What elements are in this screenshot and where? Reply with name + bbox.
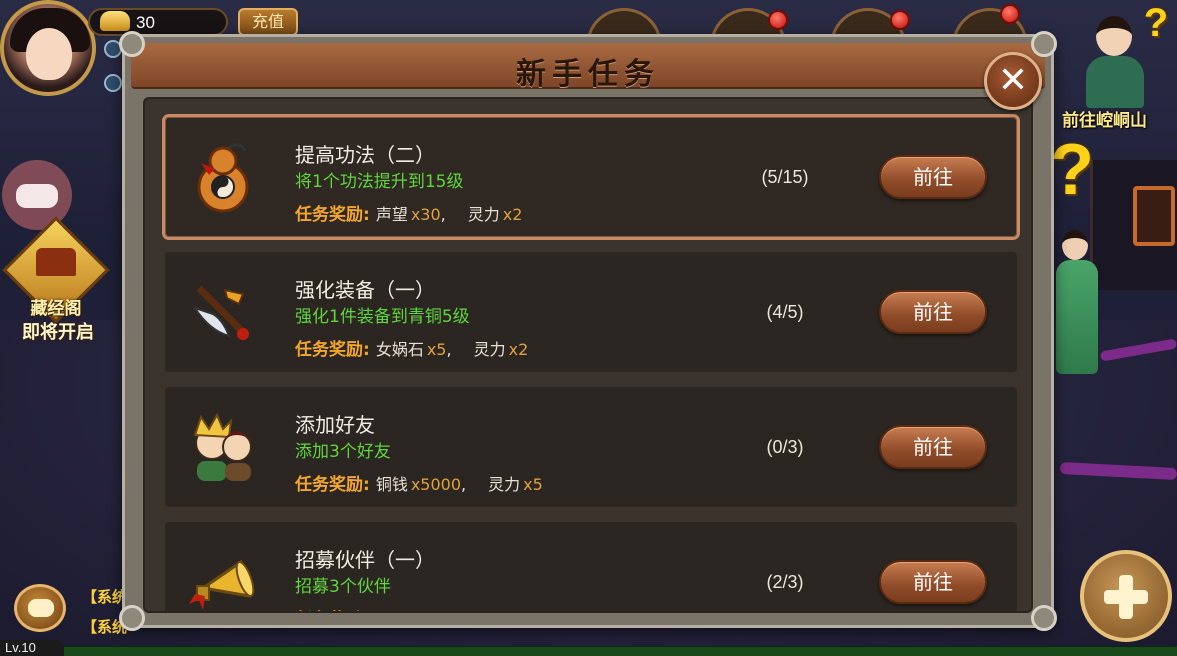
system-message: 【系统 [82, 588, 128, 606]
chat-button[interactable] [14, 584, 66, 632]
quest-mark-icon[interactable]: ? [1050, 130, 1094, 210]
goto-button[interactable]: 前往 [879, 155, 987, 199]
task-reward: 任务奖励: 女娲石 x5, 灵力 x2 [295, 335, 534, 360]
reward-separator: , [461, 475, 467, 494]
reward-label: 任务奖励: [295, 340, 370, 360]
corner-ornament [119, 31, 145, 57]
task-description: 招募3个伙伴 [295, 577, 391, 597]
task-reward: 任务奖励: 体力x20, 灵力x2 [295, 605, 528, 611]
reward-label: 任务奖励: [295, 205, 370, 225]
reward-separator: , [446, 340, 452, 359]
reward-label: 任务奖励: [295, 475, 370, 495]
close-button[interactable]: ✕ [984, 52, 1042, 110]
corner-ornament [119, 605, 145, 631]
corner-ornament [1031, 31, 1057, 57]
task-progress: (5/15) [761, 167, 809, 187]
reward-item: 灵力 [488, 475, 521, 494]
npc-portrait[interactable] [1076, 8, 1146, 108]
reward-quantity: x2 [508, 340, 529, 359]
goto-button[interactable]: 前往 [879, 290, 987, 334]
npc-head [1096, 16, 1132, 56]
pavilion-name: 藏经阁 [30, 299, 82, 319]
axe-icon [185, 274, 261, 350]
gourd-icon [185, 139, 261, 215]
task-description: 添加3个好友 [295, 442, 391, 462]
task-reward: 任务奖励: 铜钱 x5000, 灵力 x5 [295, 470, 549, 495]
reward-quantity: x5 [426, 340, 447, 359]
buff-icon[interactable] [104, 74, 122, 92]
dialog-title: 新手任务 [516, 57, 660, 92]
gamepad-button[interactable] [2, 160, 72, 230]
player-avatar[interactable] [0, 0, 96, 96]
friends-icon [185, 409, 261, 485]
npc-head [1062, 230, 1088, 260]
task-description: 强化1件装备到青铜5级 [295, 307, 470, 327]
gamepad-icon [16, 184, 58, 208]
expand-menu-button[interactable] [1080, 550, 1172, 642]
task-list-panel[interactable]: 提高功法（二） 将1个功法提升到15级 任务奖励: 声望 x30, 灵力 x2 (5/15) 前… [143, 97, 1033, 613]
lantern [1133, 186, 1175, 246]
reward-item: 体力 [376, 610, 408, 611]
task-progress: (0/3) [766, 437, 804, 457]
reward-quantity: x5 [523, 475, 543, 494]
reward-separator: , [440, 205, 446, 224]
goto-button[interactable]: 前往 [879, 425, 987, 469]
reward-item: 女娲石 [375, 340, 424, 359]
exp-bar [0, 646, 1177, 656]
recharge-button[interactable]: 充值 [238, 8, 298, 36]
notification-dot [1000, 4, 1020, 24]
task-progress: (2/3) [766, 572, 804, 592]
gold-value: 30 [136, 13, 155, 32]
notification-dot [768, 10, 788, 30]
task-row[interactable]: 招募伙伴（一） 招募3个伙伴任务奖励: 体力x20, 灵力x2 (2/3) 前往 [165, 522, 1017, 611]
npc-body [1056, 260, 1098, 374]
plus-icon [1119, 575, 1133, 619]
task-reward: 任务奖励: 声望 x30, 灵力 x2 [295, 200, 528, 225]
reward-quantity: x2 [503, 610, 523, 611]
task-name: 强化装备（一） [295, 278, 435, 302]
reward-item: 灵力 [468, 610, 500, 611]
reward-item: 铜钱 [375, 475, 408, 494]
task-progress: (4/5) [766, 302, 804, 322]
reward-item: 声望 [375, 205, 408, 224]
chat-bubble-icon [28, 599, 54, 617]
pavilion-status: 即将开启 [22, 322, 94, 343]
task-dialog: 新手任务 提高功法（二） 将1个功法提升到15级 任务奖励: 声望 x30, 灵力 x2 (5… [119, 31, 1057, 631]
reward-quantity: x30 [410, 205, 441, 224]
task-row[interactable]: 提高功法（二） 将1个功法提升到15级 任务奖励: 声望 x30, 灵力 x2 (5/15) 前… [165, 117, 1017, 237]
pavilion-roof [36, 248, 76, 276]
npc-body [1086, 56, 1144, 108]
reward-item: 灵力 [473, 340, 506, 359]
reward-item: 灵力 [467, 205, 500, 224]
task-row[interactable]: 添加好友添加3个好友 任务奖励: 铜钱 x5000, 灵力 x5 (0/3) 前往 [165, 387, 1017, 507]
task-description: 将1个功法提升到15级 [295, 172, 464, 192]
goto-button[interactable]: 前往 [879, 560, 987, 604]
dialog-header: 新手任务 [131, 43, 1045, 92]
task-name: 招募伙伴（一） [295, 548, 435, 572]
corner-ornament [1031, 605, 1057, 631]
npc-character[interactable] [1052, 226, 1102, 376]
reward-quantity: x2 [502, 205, 523, 224]
reward-quantity: x20 [411, 610, 441, 611]
level-label: Lv.10 [0, 640, 64, 656]
avatar-face [26, 28, 72, 80]
npc-destination-label[interactable]: 前往崆峒山 [1062, 106, 1147, 131]
reward-label: 任务奖励: [295, 610, 370, 611]
task-list: 提高功法（二） 将1个功法提升到15级 任务奖励: 声望 x30, 灵力 x2 (5/15) 前… [165, 117, 1017, 611]
reward-separator: , [441, 610, 446, 611]
task-row[interactable]: 强化装备（一） 强化1件装备到青铜5级 任务奖励: 女娲石 x5, 灵力 x2 (4/5) 前往 [165, 252, 1017, 372]
reward-quantity: x5000 [410, 475, 462, 494]
task-name: 添加好友 [295, 413, 375, 437]
task-name: 提高功法（二） [295, 143, 435, 167]
gold-ingot-icon [100, 11, 130, 31]
horn-icon [185, 544, 261, 611]
notification-dot [890, 10, 910, 30]
